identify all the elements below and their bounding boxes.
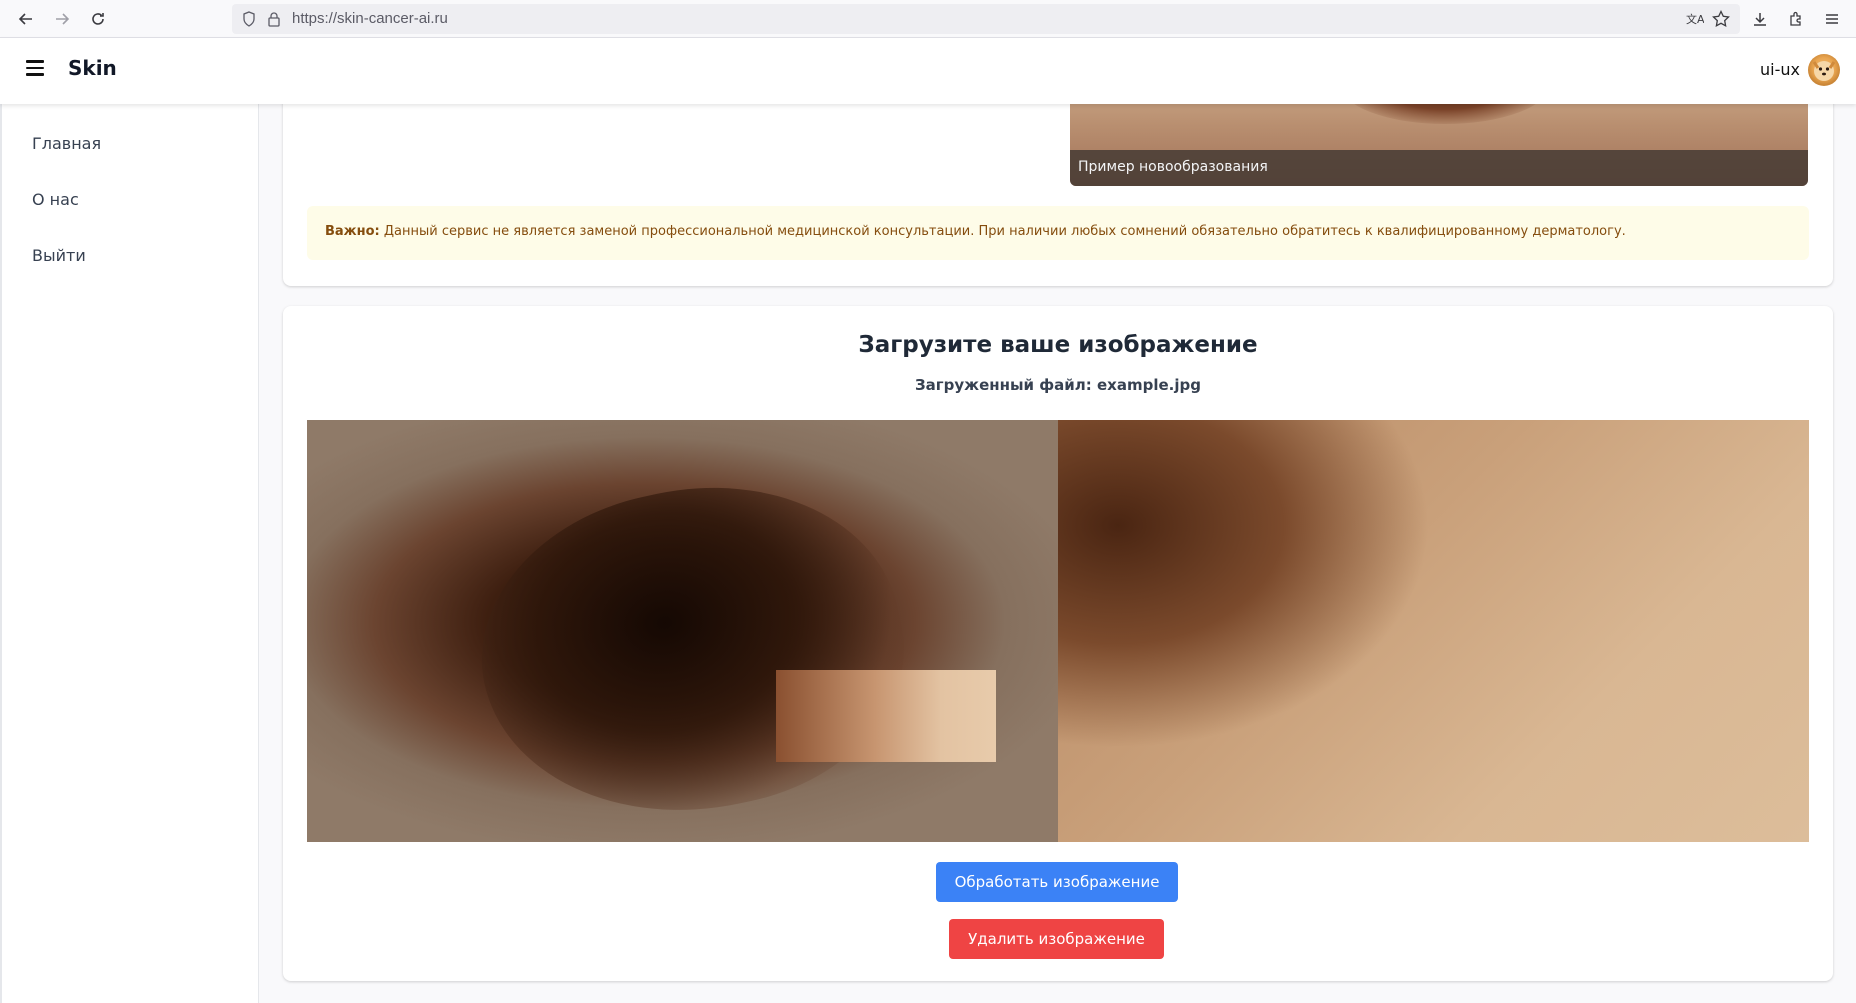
- reload-icon[interactable]: [86, 7, 110, 31]
- browser-toolbar: https://skin-cancer-ai.ru 文A: [0, 0, 1856, 38]
- upload-card: Загрузите ваше изображение Загруженный ф…: [283, 306, 1833, 981]
- delete-image-button[interactable]: Удалить изображение: [949, 919, 1164, 959]
- upload-title: Загрузите ваше изображение: [858, 332, 1258, 358]
- sidebar-item-logout[interactable]: Выйти: [32, 246, 86, 265]
- translate-icon[interactable]: 文A: [1686, 10, 1705, 32]
- image-preview: [307, 420, 1809, 842]
- disclaimer-alert: Важно: Данный сервис не является заменой…: [307, 206, 1809, 260]
- sidebar: Главная О нас Выйти: [0, 104, 259, 1003]
- disclaimer-text: Данный сервис не является заменой профес…: [379, 224, 1626, 239]
- menu-icon[interactable]: [1820, 7, 1844, 31]
- brand-title[interactable]: Skin: [68, 56, 117, 80]
- info-card: Пример новообразования Важно: Данный сер…: [283, 84, 1833, 286]
- hamburger-menu-icon[interactable]: [26, 60, 44, 76]
- main-content: Пример новообразования Важно: Данный сер…: [259, 84, 1856, 1003]
- app-header: Skin ui-ux: [0, 38, 1856, 104]
- address-bar[interactable]: https://skin-cancer-ai.ru 文A: [232, 4, 1740, 34]
- lock-icon[interactable]: [268, 11, 280, 31]
- sidebar-item-home[interactable]: Главная: [32, 134, 101, 153]
- uploaded-file-label: Загруженный файл: example.jpg: [915, 376, 1201, 394]
- back-icon[interactable]: [14, 7, 38, 31]
- username[interactable]: ui-ux: [1760, 60, 1800, 79]
- example-caption: Пример новообразования: [1070, 150, 1808, 186]
- disclaimer-label: Важно:: [325, 224, 380, 239]
- bookmark-star-icon[interactable]: [1712, 9, 1730, 32]
- shield-icon[interactable]: [242, 11, 256, 31]
- download-icon[interactable]: [1748, 7, 1772, 31]
- extensions-icon[interactable]: [1784, 7, 1808, 31]
- sidebar-item-about[interactable]: О нас: [32, 190, 79, 209]
- forward-icon[interactable]: [50, 7, 74, 31]
- uploaded-image: [307, 420, 1058, 842]
- svg-text:文A: 文A: [1686, 12, 1704, 26]
- avatar[interactable]: [1808, 54, 1840, 86]
- process-image-button[interactable]: Обработать изображение: [936, 862, 1178, 902]
- url-text[interactable]: https://skin-cancer-ai.ru: [292, 10, 448, 27]
- zoomed-image: [1058, 420, 1809, 842]
- selection-patch: [776, 670, 996, 762]
